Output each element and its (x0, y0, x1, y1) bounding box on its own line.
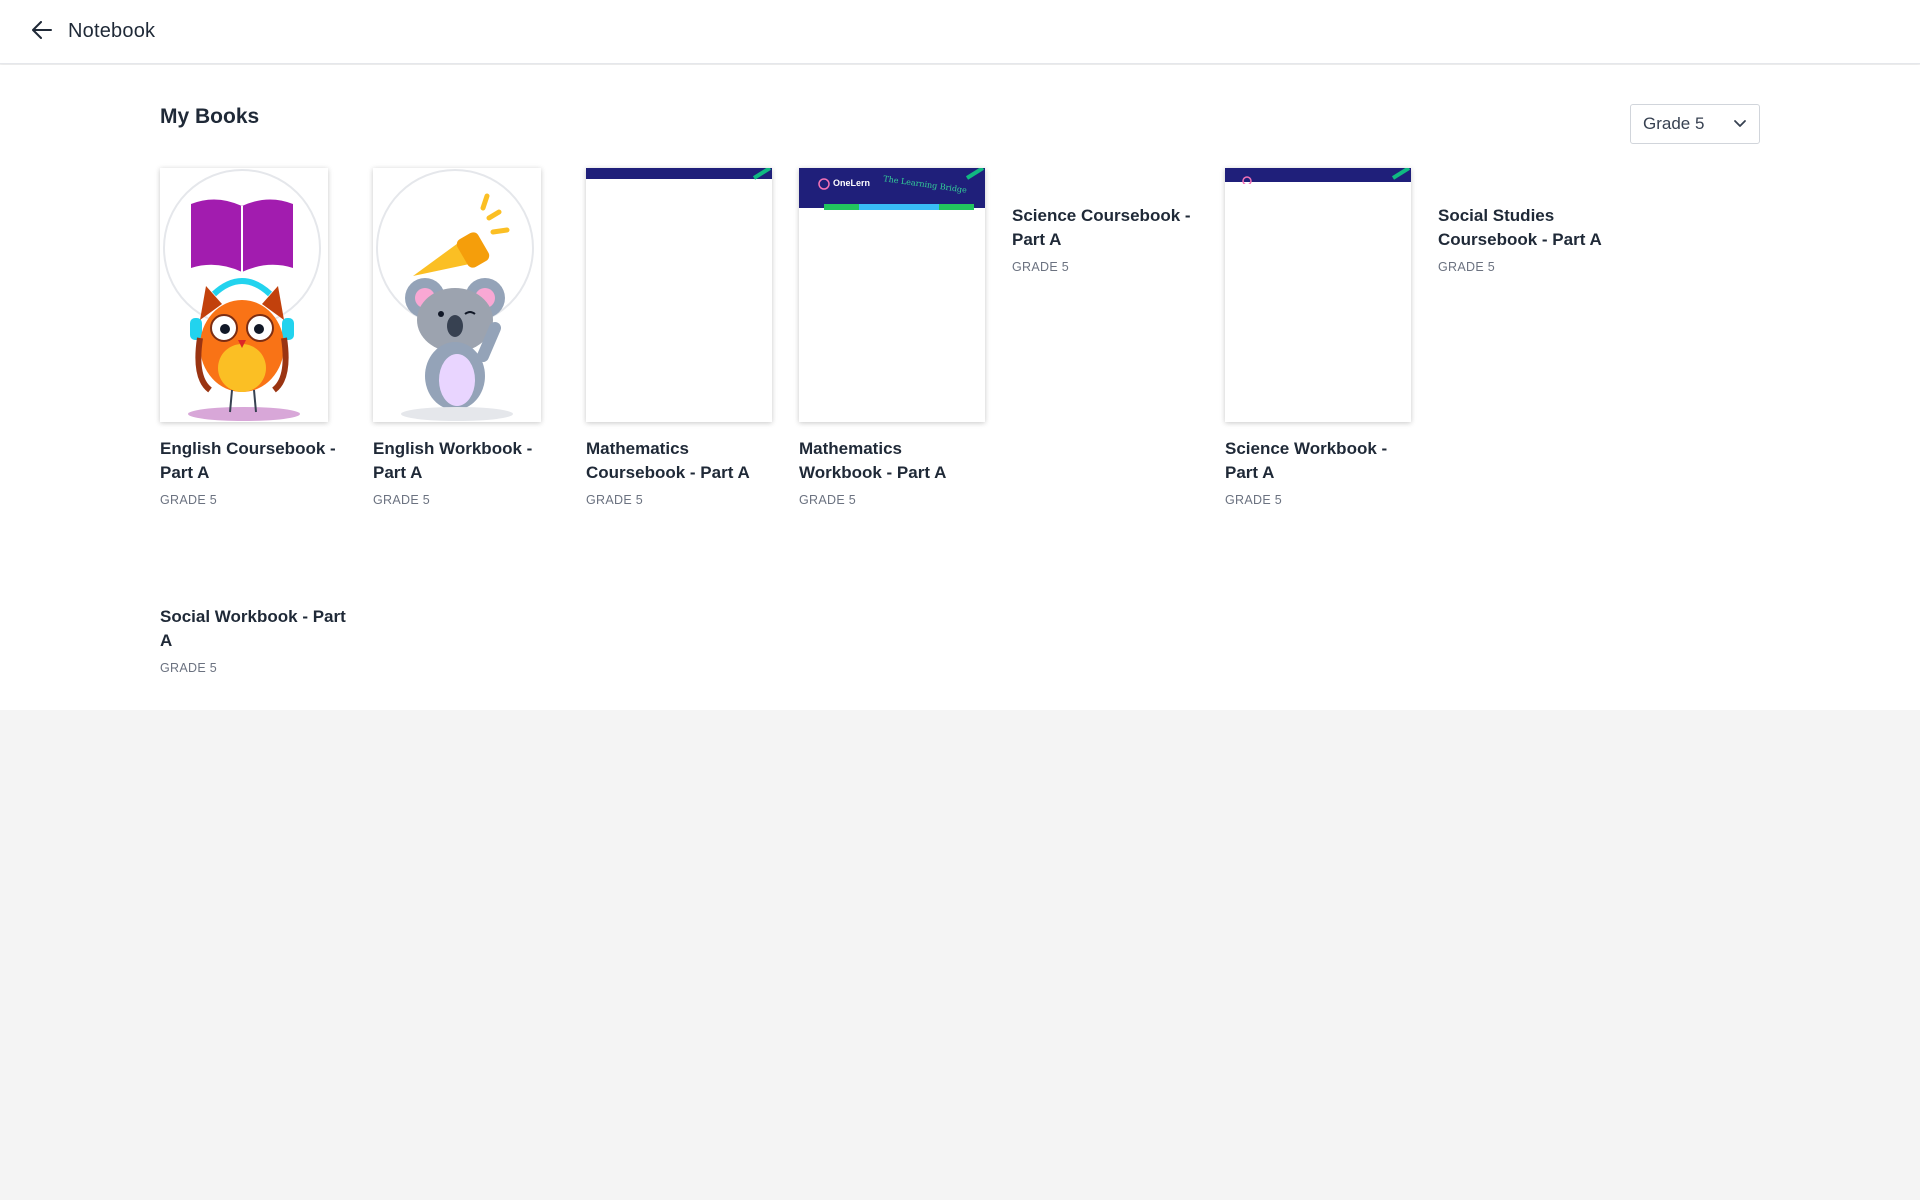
book-card-english-workbook[interactable]: English Workbook - Part A GRADE 5 (373, 168, 541, 507)
book-title: English Coursebook - Part A (160, 439, 336, 482)
book-title: Mathematics Coursebook - Part A (586, 439, 750, 482)
book-card-science-coursebook[interactable]: Science Coursebook - Part A GRADE 5 (1012, 204, 1202, 274)
book-cover (373, 168, 541, 422)
grade-select[interactable]: Grade 5 (1630, 104, 1760, 144)
book-title: English Workbook - Part A (373, 439, 533, 482)
book-cover (160, 168, 328, 422)
owl-illustration (163, 169, 321, 421)
book-card-mathematics-coursebook[interactable]: Mathematics Coursebook - Part A GRADE 5 (586, 168, 772, 507)
book-cover: OneLern The Learning Bridge (799, 168, 985, 422)
cover-brand: OneLern (833, 178, 871, 188)
book-grade: GRADE 5 (799, 493, 856, 507)
book-cover (1225, 168, 1411, 422)
arrow-left-icon (32, 20, 52, 44)
book-grade: GRADE 5 (1225, 493, 1282, 507)
book-grade: GRADE 5 (160, 661, 217, 675)
cover-accent-stripe (752, 168, 772, 180)
book-grade: GRADE 5 (373, 493, 430, 507)
book-card-english-coursebook[interactable]: English Coursebook - Part A GRADE 5 (160, 168, 336, 507)
section-title: My Books (160, 105, 260, 128)
book-card-mathematics-workbook[interactable]: OneLern The Learning Bridge Mathematics … (799, 168, 985, 507)
book-grade: GRADE 5 (1012, 260, 1069, 274)
book-title: Mathematics Workbook - Part A (799, 439, 947, 482)
book-card-science-workbook[interactable]: Science Workbook - Part A GRADE 5 (1225, 168, 1411, 507)
grade-select-value: Grade 5 (1643, 114, 1705, 133)
book-card-social-workbook[interactable]: Social Workbook - Part A GRADE 5 (160, 605, 350, 675)
books-panel: My Books Grade 5 English Coursebook - Pa… (0, 65, 1920, 710)
book-title: Social Studies Coursebook - Part A (1438, 206, 1602, 249)
page-title: Notebook (68, 20, 156, 42)
book-grade: GRADE 5 (160, 493, 217, 507)
cover-accent-stripe (1242, 168, 1411, 184)
book-title: Science Workbook - Part A (1225, 439, 1388, 482)
koala-illustration (376, 169, 534, 421)
book-card-social-studies-coursebook[interactable]: Social Studies Coursebook - Part A GRADE… (1438, 204, 1628, 274)
back-button[interactable] (26, 17, 58, 47)
top-bar: Notebook (0, 0, 1920, 64)
book-grade: GRADE 5 (1438, 260, 1495, 274)
chevron-down-icon (1733, 115, 1747, 133)
book-title: Social Workbook - Part A (160, 607, 346, 650)
book-title: Science Coursebook - Part A (1012, 206, 1191, 249)
book-cover (586, 168, 772, 422)
book-grade: GRADE 5 (586, 493, 643, 507)
